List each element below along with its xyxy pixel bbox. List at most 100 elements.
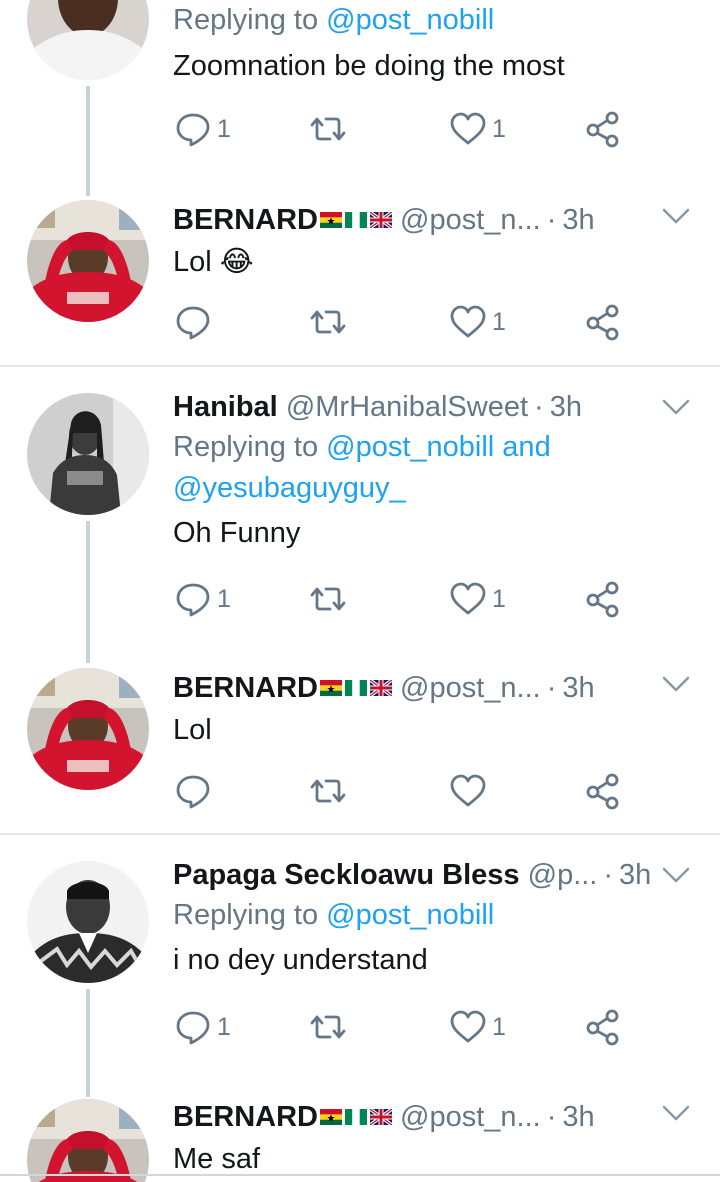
timestamp[interactable]: 3h xyxy=(550,387,582,427)
ghana-flag-icon xyxy=(320,1109,342,1125)
retweet-button[interactable] xyxy=(308,300,348,344)
reply-button[interactable] xyxy=(173,769,213,813)
display-name[interactable]: BERNARD xyxy=(173,1097,318,1137)
retweet-icon xyxy=(308,1007,348,1047)
replying-to-label: Replying to xyxy=(173,4,319,36)
thread-line xyxy=(86,521,90,663)
reply-button[interactable]: 1 xyxy=(173,1005,231,1049)
reply-icon xyxy=(173,302,213,342)
thread-line xyxy=(86,86,90,196)
ghana-flag-icon xyxy=(320,212,342,228)
reply-count: 1 xyxy=(217,584,231,613)
nigeria-flag-icon xyxy=(345,680,367,696)
tweet[interactable]: BERNARD @post_n... · 3h Lol xyxy=(0,663,720,833)
reply-icon xyxy=(173,771,213,811)
tweet-actions: 1 xyxy=(173,300,633,344)
flag-emojis xyxy=(320,680,392,696)
share-button[interactable] xyxy=(583,300,623,344)
tweet-actions: 1 1 xyxy=(173,107,633,151)
reply-icon xyxy=(173,579,213,619)
share-icon xyxy=(583,302,623,342)
retweet-icon xyxy=(308,579,348,619)
tweet[interactable]: BERNARD @post_n... · 3h Me saf xyxy=(0,1097,720,1182)
tweet[interactable]: Hanibal @MrHanibalSweet · 3h Replying to @… xyxy=(0,367,720,663)
divider xyxy=(0,1174,720,1176)
timestamp[interactable]: 3h xyxy=(562,200,594,240)
chevron-down-icon[interactable] xyxy=(662,867,690,883)
tweet-actions: 1 1 xyxy=(173,1005,633,1049)
avatar[interactable] xyxy=(27,393,149,515)
user-handle[interactable]: @post_n... xyxy=(400,668,541,708)
like-button[interactable]: 1 xyxy=(448,107,506,151)
tweet-text: Lol xyxy=(173,714,212,746)
like-button[interactable]: 1 xyxy=(448,300,506,344)
tweet-text: Lol 😂 xyxy=(173,246,254,278)
reply-count: 1 xyxy=(217,1012,231,1041)
heart-icon xyxy=(448,579,488,619)
heart-icon xyxy=(448,302,488,342)
tweet-actions xyxy=(173,769,633,813)
tweet-text: Me saf xyxy=(173,1143,261,1175)
reply-button[interactable] xyxy=(173,300,217,344)
retweet-icon xyxy=(308,771,348,811)
retweet-button[interactable] xyxy=(308,107,348,151)
reply-context: Replying to @post_nobill xyxy=(173,895,700,936)
avatar[interactable] xyxy=(27,200,149,322)
share-icon xyxy=(583,579,623,619)
reply-mention-link[interactable]: @post_nobill xyxy=(326,4,494,36)
user-handle[interactable]: @MrHanibalSweet xyxy=(286,387,528,427)
like-button[interactable]: 1 xyxy=(448,1005,506,1049)
display-name[interactable]: Papaga Seckloawu Bless xyxy=(173,855,520,895)
reply-button[interactable]: 1 xyxy=(173,107,231,151)
avatar[interactable] xyxy=(27,1099,149,1182)
retweet-button[interactable] xyxy=(308,577,348,621)
timestamp[interactable]: 3h xyxy=(562,1097,594,1137)
like-button[interactable]: 1 xyxy=(448,577,506,621)
share-button[interactable] xyxy=(583,107,623,151)
like-count: 1 xyxy=(492,307,506,336)
uk-flag-icon xyxy=(370,680,392,696)
thread-line xyxy=(86,989,90,1097)
share-button[interactable] xyxy=(583,577,623,621)
timestamp[interactable]: 3h xyxy=(619,855,651,895)
display-name[interactable]: Hanibal xyxy=(173,387,278,427)
chevron-down-icon[interactable] xyxy=(662,399,690,415)
retweet-icon xyxy=(308,109,348,149)
like-count: 1 xyxy=(492,584,506,613)
share-button[interactable] xyxy=(583,1005,623,1049)
display-name[interactable]: BERNARD xyxy=(173,668,318,708)
chevron-down-icon[interactable] xyxy=(662,676,690,692)
tweet[interactable]: BERNARD @post_n... · 3h Lol 😂 1 xyxy=(0,196,720,366)
tweet-actions: 1 1 xyxy=(173,577,633,621)
like-button[interactable] xyxy=(448,769,488,813)
share-button[interactable] xyxy=(583,769,623,813)
tweet[interactable]: Replying to @post_nobill Zoomnation be d… xyxy=(0,0,720,196)
chevron-down-icon[interactable] xyxy=(662,1105,690,1121)
display-name[interactable]: BERNARD xyxy=(173,200,318,240)
flag-emojis xyxy=(320,212,392,228)
uk-flag-icon xyxy=(370,212,392,228)
avatar[interactable] xyxy=(27,668,149,790)
user-handle[interactable]: @post_n... xyxy=(400,1097,541,1137)
retweet-button[interactable] xyxy=(308,769,348,813)
share-icon xyxy=(583,1007,623,1047)
chevron-down-icon[interactable] xyxy=(662,208,690,224)
reply-icon xyxy=(173,109,213,149)
timestamp[interactable]: 3h xyxy=(562,668,594,708)
separator-dot: · xyxy=(603,859,614,891)
tweet[interactable]: Papaga Seckloawu Bless @p... · 3h Replying… xyxy=(0,835,720,1097)
avatar[interactable] xyxy=(27,0,149,80)
like-count: 1 xyxy=(492,1012,506,1041)
user-handle[interactable]: @p... xyxy=(528,855,598,895)
replying-to-label: Replying to xyxy=(173,899,319,931)
reply-mention-link[interactable]: @post_nobill xyxy=(326,899,494,931)
like-count: 1 xyxy=(492,114,506,143)
reply-context: Replying to @post_nobill xyxy=(173,0,700,41)
reply-button[interactable]: 1 xyxy=(173,577,231,621)
reply-count: 1 xyxy=(217,114,231,143)
user-handle[interactable]: @post_n... xyxy=(400,200,541,240)
retweet-button[interactable] xyxy=(308,1005,348,1049)
avatar[interactable] xyxy=(27,861,149,983)
share-icon xyxy=(583,771,623,811)
share-icon xyxy=(583,109,623,149)
